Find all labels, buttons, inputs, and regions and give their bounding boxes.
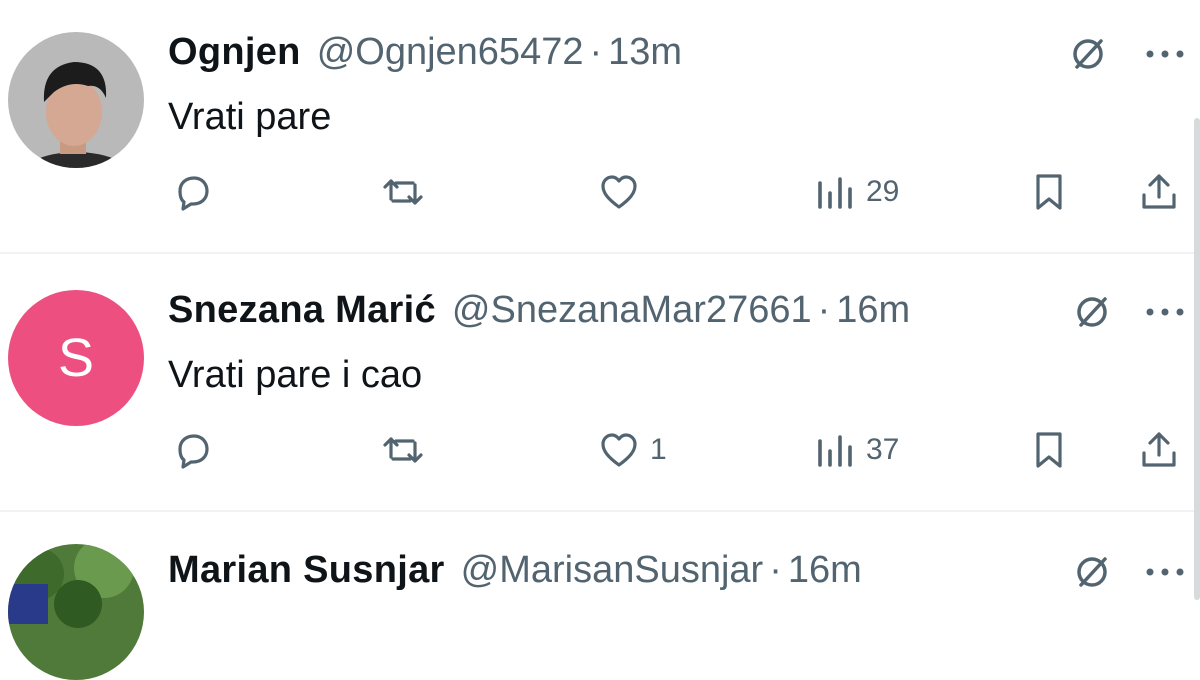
- scrollbar[interactable]: [1194, 118, 1200, 600]
- share-icon: [1142, 432, 1176, 467]
- share-icon: [1142, 174, 1176, 209]
- heart-icon: [601, 433, 637, 467]
- grok-icon[interactable]: [1072, 292, 1112, 332]
- tweet-header: Snezana Marić @SnezanaMar27661 · 16m: [168, 288, 1190, 332]
- retweet-icon: [383, 179, 423, 205]
- retweet-button[interactable]: [382, 168, 434, 216]
- more-icon[interactable]: [1142, 562, 1188, 582]
- more-icon[interactable]: [1142, 302, 1188, 322]
- avatar-photo: [8, 544, 144, 680]
- user-handle[interactable]: @MarisanSusnjar: [461, 549, 764, 592]
- user-handle[interactable]: @SnezanaMar27661: [452, 289, 812, 332]
- display-name[interactable]: Marian Susnjar: [168, 549, 445, 592]
- tweet-2[interactable]: S Snezana Marić @SnezanaMar27661 · 16m V…: [0, 254, 1190, 510]
- views-button[interactable]: 29: [814, 168, 899, 216]
- tweet-text: Vrati pare: [168, 96, 332, 138]
- reply-button[interactable]: [172, 426, 224, 474]
- views-button[interactable]: 37: [814, 426, 899, 474]
- avatar-letter: S: [57, 328, 95, 388]
- timestamp[interactable]: 13m: [608, 31, 682, 74]
- bookmark-button[interactable]: [1028, 426, 1070, 474]
- views-count: 37: [866, 433, 900, 466]
- bookmark-icon: [1036, 432, 1062, 468]
- tweet-1[interactable]: Ognjen @Ognjen65472 · 13m Vrati pare 29: [0, 0, 1190, 252]
- avatar[interactable]: [8, 32, 144, 168]
- tweet-text: Vrati pare i cao: [168, 354, 423, 396]
- tweet-actions: 1 37: [0, 426, 1190, 474]
- heart-icon: [601, 175, 637, 209]
- display-name[interactable]: Ognjen: [168, 31, 301, 74]
- timestamp[interactable]: 16m: [788, 549, 862, 592]
- user-handle[interactable]: @Ognjen65472: [317, 31, 584, 74]
- share-button[interactable]: [1138, 168, 1180, 216]
- separator: ·: [769, 548, 782, 591]
- avatar-photo: [8, 32, 144, 168]
- bookmark-button[interactable]: [1028, 168, 1070, 216]
- reply-icon: [178, 176, 209, 211]
- like-button[interactable]: 1: [598, 426, 667, 474]
- reply-button[interactable]: [172, 168, 224, 216]
- retweet-button[interactable]: [382, 426, 434, 474]
- share-button[interactable]: [1138, 426, 1180, 474]
- like-count: 1: [650, 433, 667, 466]
- views-icon: [818, 177, 852, 209]
- grok-icon[interactable]: [1072, 552, 1112, 592]
- tweet-header: Marian Susnjar @MarisanSusnjar · 16m: [168, 548, 1190, 592]
- grok-icon[interactable]: [1068, 34, 1108, 74]
- tweet-actions: 29: [0, 168, 1190, 216]
- avatar[interactable]: S: [8, 290, 144, 426]
- timestamp[interactable]: 16m: [836, 289, 910, 332]
- tweet-3[interactable]: Marian Susnjar @MarisanSusnjar · 16m: [0, 512, 1190, 680]
- reply-icon: [178, 434, 209, 469]
- more-icon[interactable]: [1142, 44, 1188, 64]
- separator: ·: [589, 30, 603, 73]
- retweet-icon: [383, 437, 423, 463]
- like-button[interactable]: [598, 168, 650, 216]
- views-count: 29: [866, 175, 900, 208]
- tweet-header: Ognjen @Ognjen65472 · 13m: [168, 30, 1190, 74]
- separator: ·: [817, 288, 831, 331]
- avatar[interactable]: [8, 544, 144, 680]
- display-name[interactable]: Snezana Marić: [168, 289, 436, 332]
- bookmark-icon: [1036, 174, 1062, 210]
- views-icon: [818, 435, 852, 467]
